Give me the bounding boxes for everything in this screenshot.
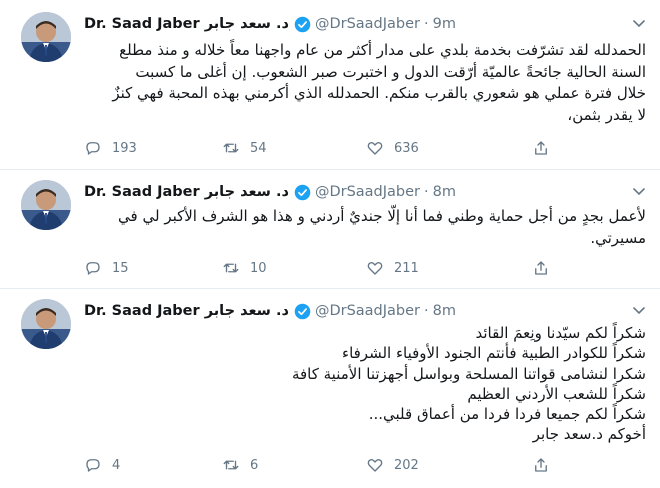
- share-icon: [535, 458, 547, 472]
- separator-dot: ·: [424, 303, 429, 319]
- share-button[interactable]: [532, 456, 550, 474]
- reply-button[interactable]: 193: [84, 139, 137, 157]
- separator-dot: ·: [424, 184, 429, 200]
- tweet-actions: 4 6 202: [84, 455, 564, 475]
- avatar[interactable]: [21, 299, 71, 349]
- reply-icon: [86, 459, 100, 472]
- chevron-down-icon[interactable]: [632, 16, 646, 30]
- reply-icon: [86, 142, 100, 155]
- author-name[interactable]: Dr. Saad Jaber د. سعد جابر: [84, 16, 289, 32]
- tweet-header: Dr. Saad Jaber د. سعد جابر @DrSaadJaber …: [84, 182, 456, 202]
- retweet-count: 54: [250, 140, 267, 156]
- tweet-actions: 15 10 211: [84, 258, 564, 278]
- retweet-count: 6: [250, 457, 259, 473]
- reply-icon: [86, 262, 100, 275]
- like-icon: [367, 141, 383, 155]
- like-count: 202: [394, 457, 419, 473]
- author-handle[interactable]: @DrSaadJaber: [315, 16, 420, 32]
- timestamp[interactable]: 8m: [433, 303, 456, 319]
- tweet[interactable]: Dr. Saad Jaber د. سعد جابر @DrSaadJaber …: [0, 289, 660, 488]
- share-icon: [535, 141, 547, 155]
- timestamp[interactable]: 8m: [433, 184, 456, 200]
- like-count: 636: [394, 140, 419, 156]
- author-handle[interactable]: @DrSaadJaber: [315, 184, 420, 200]
- tweet[interactable]: Dr. Saad Jaber د. سعد جابر @DrSaadJaber …: [0, 170, 660, 289]
- retweet-count: 10: [250, 260, 267, 276]
- reply-count: 15: [112, 260, 129, 276]
- reply-button[interactable]: 4: [84, 456, 120, 474]
- verified-badge-icon: [294, 184, 311, 201]
- author-name[interactable]: Dr. Saad Jaber د. سعد جابر: [84, 184, 289, 200]
- tweet-header: Dr. Saad Jaber د. سعد جابر @DrSaadJaber …: [84, 14, 456, 34]
- tweet-actions: 193 54 636: [84, 138, 564, 158]
- reply-count: 4: [112, 457, 121, 473]
- verified-badge-icon: [294, 303, 311, 320]
- share-button[interactable]: [532, 139, 550, 157]
- like-button[interactable]: 636: [366, 139, 419, 157]
- tweet-text: لأعمل بجدٍ من أجل حماية وطني فما أنا إلّ…: [118, 207, 646, 247]
- reply-count: 193: [112, 140, 137, 156]
- separator-dot: ·: [424, 16, 429, 32]
- tweet-text: شكراً لكم سيّدنا ونِعمَ القائد شكراً للك…: [291, 324, 646, 444]
- author-handle[interactable]: @DrSaadJaber: [315, 303, 420, 319]
- chevron-down-icon[interactable]: [632, 303, 646, 317]
- retweet-button[interactable]: 54: [222, 139, 267, 157]
- tweet-timeline: Dr. Saad Jaber د. سعد جابر @DrSaadJaber …: [0, 0, 660, 488]
- reply-button[interactable]: 15: [84, 259, 129, 277]
- verified-badge-icon: [294, 16, 311, 33]
- like-count: 211: [394, 260, 419, 276]
- tweet[interactable]: Dr. Saad Jaber د. سعد جابر @DrSaadJaber …: [0, 0, 660, 170]
- avatar[interactable]: [21, 12, 71, 62]
- retweet-icon: [223, 263, 239, 273]
- chevron-down-icon[interactable]: [632, 184, 646, 198]
- share-button[interactable]: [532, 259, 550, 277]
- share-icon: [535, 261, 547, 275]
- retweet-button[interactable]: 10: [222, 259, 267, 277]
- retweet-icon: [223, 143, 239, 153]
- retweet-icon: [223, 460, 239, 470]
- like-icon: [367, 458, 383, 472]
- retweet-button[interactable]: 6: [222, 456, 258, 474]
- like-button[interactable]: 211: [366, 259, 419, 277]
- author-name[interactable]: Dr. Saad Jaber د. سعد جابر: [84, 303, 289, 319]
- like-button[interactable]: 202: [366, 456, 419, 474]
- tweet-text: الحمدلله لقد تشرّفت بخدمة بلدي على مدار …: [112, 41, 646, 124]
- tweet-header: Dr. Saad Jaber د. سعد جابر @DrSaadJaber …: [84, 301, 456, 321]
- like-icon: [367, 261, 383, 275]
- timestamp[interactable]: 9m: [433, 16, 456, 32]
- avatar[interactable]: [21, 180, 71, 230]
